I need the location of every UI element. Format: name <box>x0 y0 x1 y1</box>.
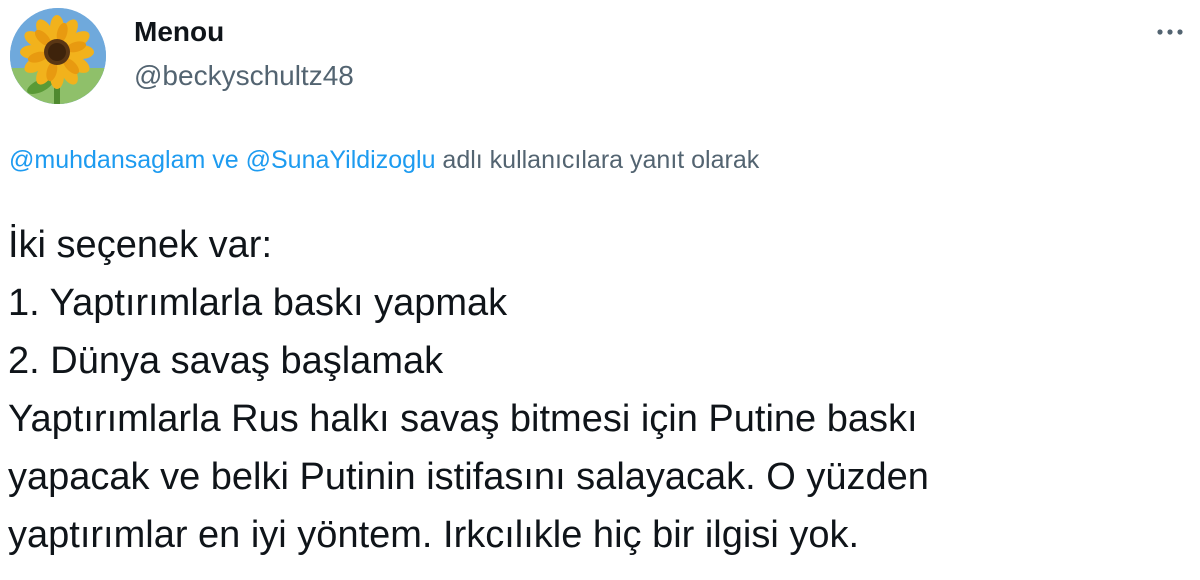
tweet: Menou @beckyschultz48 @muhdansaglam ve @… <box>0 0 1200 580</box>
reply-connector: ve <box>205 146 246 174</box>
user-handle[interactable]: @beckyschultz48 <box>134 60 354 92</box>
tweet-text-line: İki seçenek var: <box>8 224 272 266</box>
more-horizontal-icon <box>1157 29 1183 35</box>
avatar[interactable] <box>10 8 106 104</box>
tweet-text-line: 2. Dünya savaş başlamak <box>8 340 444 382</box>
tweet-text: İki seçenek var: 1. Yaptırımlarla baskı … <box>8 216 1193 564</box>
tweet-text-line: 1. Yaptırımlarla baskı yapmak <box>8 282 508 324</box>
more-options-button[interactable] <box>1150 20 1190 44</box>
tweet-text-line: yapacak ve belki Putinin istifasını sala… <box>8 456 929 498</box>
reply-context: @muhdansaglam ve @SunaYildizoglu adlı ku… <box>9 146 759 175</box>
mention-link-sunayildizoglu[interactable]: @SunaYildizoglu <box>246 146 436 174</box>
reply-context-suffix: adlı kullanıcılara yanıt olarak <box>435 146 760 174</box>
sunflower-avatar-icon <box>10 8 106 104</box>
tweet-text-line: Yaptırımlarla Rus halkı savaş bitmesi iç… <box>8 398 918 440</box>
display-name[interactable]: Menou <box>134 16 224 48</box>
tweet-text-line: yaptırımlar en iyi yöntem. Irkcılıkle hi… <box>8 514 860 556</box>
mention-link-muhdansaglam[interactable]: @muhdansaglam <box>9 146 205 174</box>
